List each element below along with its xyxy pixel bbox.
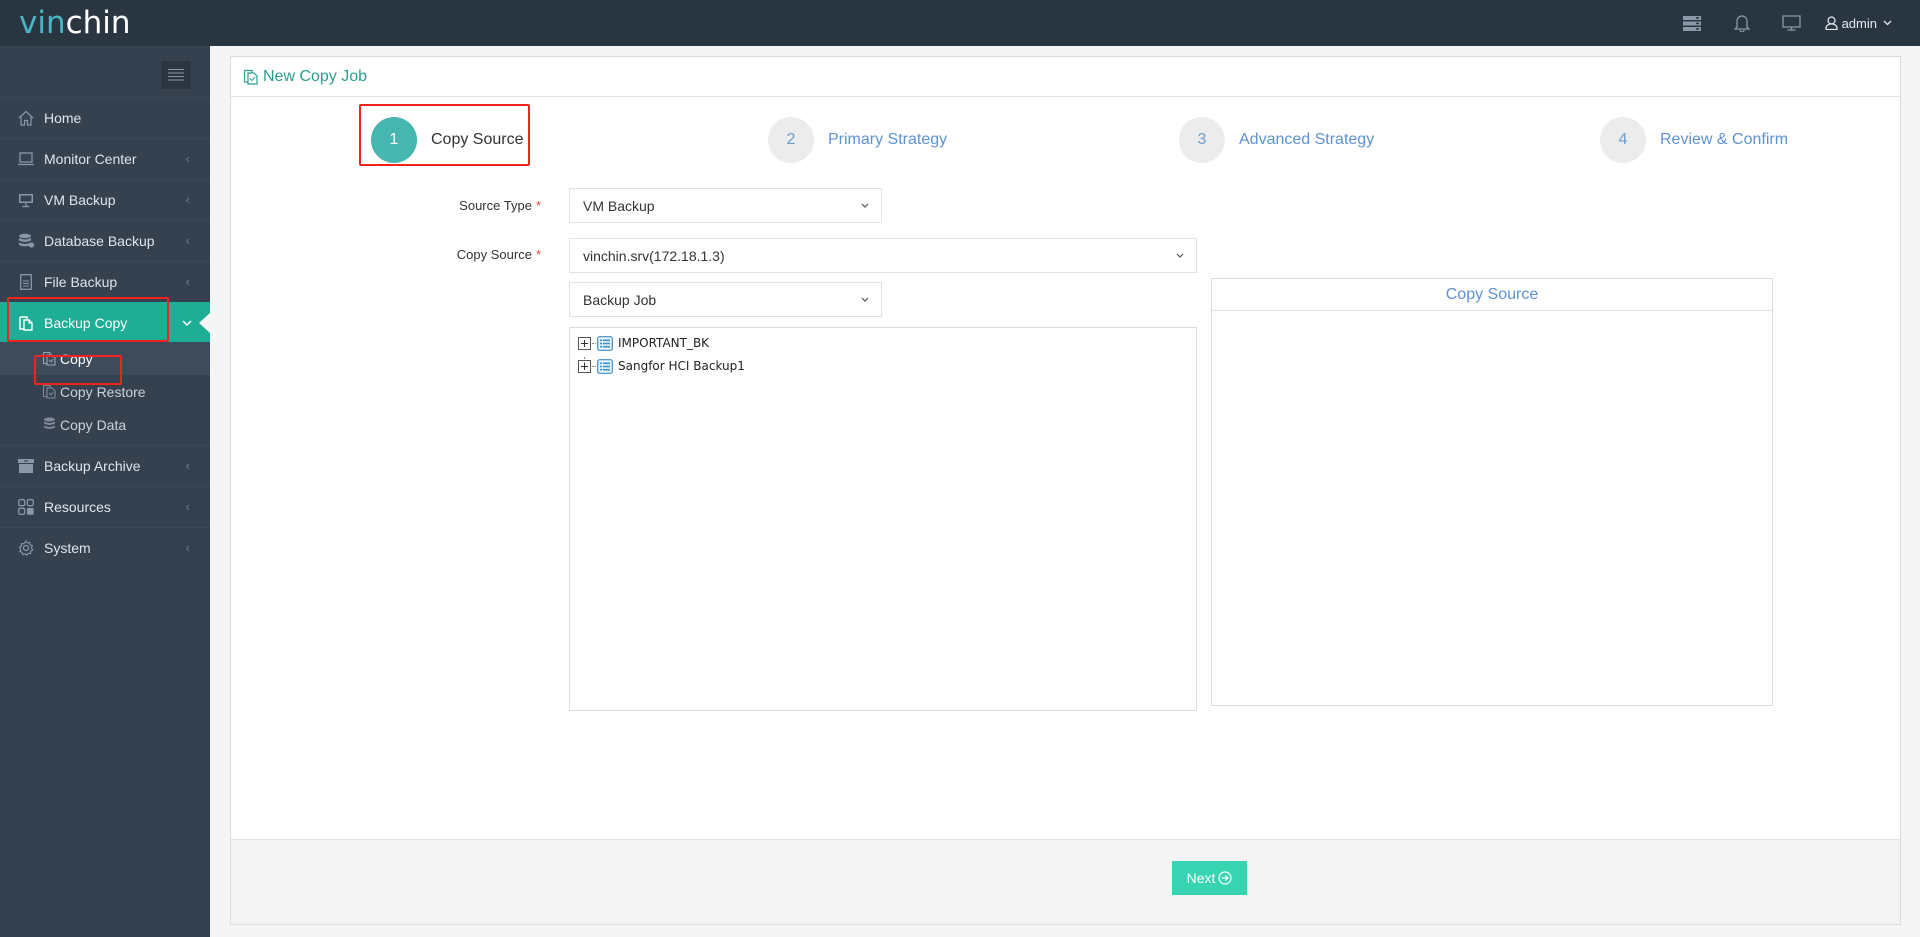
sidebar-subitem-copy-restore[interactable]: Copy Restore [0,375,210,408]
monitor-icon[interactable] [1767,0,1817,46]
laptop-icon [16,149,36,169]
chevron-down-icon [182,315,192,330]
desktop-icon [16,190,36,210]
sidebar-item-backup-copy[interactable]: Backup Copy [0,302,210,342]
sidebar-item-home[interactable]: Home [0,97,210,138]
step-number: 2 [768,117,814,163]
chevron-down-icon [861,203,869,208]
database-icon [16,231,36,251]
expand-icon[interactable] [578,336,591,350]
step-number: 3 [1179,117,1225,163]
chevron-left-icon: ‹ [185,192,190,207]
required-mark: * [535,247,541,262]
chevron-left-icon: ‹ [185,274,190,289]
wizard-steps: 1 Copy Source 2 Primary Strategy 3 Advan… [231,117,1900,163]
sidebar-item-database-backup[interactable]: Database Backup ‹ [0,220,210,261]
sidebar-toggle-button[interactable] [161,61,191,89]
file-icon [16,272,36,292]
source-type-select[interactable]: VM Backup [569,188,882,223]
bell-icon[interactable] [1717,0,1767,46]
copy-source-label: Copy Source * [456,247,541,262]
chevron-down-icon [1883,20,1892,26]
sidebar-item-vm-backup[interactable]: VM Backup ‹ [0,179,210,220]
chevron-left-icon: ‹ [185,499,190,514]
chevron-left-icon: ‹ [185,151,190,166]
step-review-confirm[interactable]: 4 Review & Confirm [1600,117,1788,163]
job-list-icon [597,358,613,374]
server-icon[interactable] [1667,0,1717,46]
page-title: New Copy Job [263,67,368,85]
user-name: admin [1841,15,1877,31]
tree-node-label: IMPORTANT_BK [618,336,710,350]
chevron-down-icon [1176,253,1184,258]
sidebar: Home Monitor Center ‹ VM Backup ‹ Databa… [0,46,210,937]
step-advanced-strategy[interactable]: 3 Advanced Strategy [1179,117,1374,163]
chevron-left-icon: ‹ [185,233,190,248]
user-icon [1824,16,1838,30]
backup-job-filter-select[interactable]: Backup Job [569,282,882,317]
required-mark: * [535,198,541,213]
sidebar-item-backup-archive[interactable]: Backup Archive ‹ [0,445,210,486]
step-label: Primary Strategy [828,131,948,148]
sidebar-item-system[interactable]: System ‹ [0,527,210,568]
home-icon [16,108,36,128]
arrow-right-circle-icon [1218,871,1232,885]
sidebar-item-monitor-center[interactable]: Monitor Center ‹ [0,138,210,179]
step-copy-source[interactable]: 1 Copy Source [371,117,524,163]
source-type-label: Source Type * [459,198,541,213]
copy-icon [243,69,259,85]
copy-restore-icon [41,384,57,400]
copy-icon [41,351,57,367]
copy-source-select[interactable]: vinchin.srv(172.18.1.3) [569,238,1197,273]
top-bar: vinchin admin [0,0,1920,46]
job-list-icon [597,335,613,351]
selected-copy-source-title: Copy Source [1212,279,1772,311]
copy-icon [16,313,36,333]
selected-copy-source-box: Copy Source [1211,278,1773,706]
tree-node[interactable]: IMPORTANT_BK [578,334,709,352]
step-label: Copy Source [431,131,524,148]
database-icon [41,417,57,433]
step-number: 1 [371,117,417,163]
step-label: Advanced Strategy [1239,131,1375,148]
chevron-left-icon: ‹ [185,540,190,555]
backup-job-tree: IMPORTANT_BK Sangfor HCI Backup1 [569,327,1197,711]
sidebar-subitem-copy-data[interactable]: Copy Data [0,408,210,441]
step-label: Review & Confirm [1660,131,1789,148]
sidebar-item-resources[interactable]: Resources ‹ [0,486,210,527]
archive-icon [16,456,36,476]
chevron-left-icon: ‹ [185,458,190,473]
tree-node-label: Sangfor HCI Backup1 [618,359,745,373]
next-button[interactable]: Next [1172,861,1247,895]
tree-node[interactable]: Sangfor HCI Backup1 [578,357,745,375]
panel-header: New Copy Job [231,57,1900,97]
sidebar-item-file-backup[interactable]: File Backup ‹ [0,261,210,302]
user-menu[interactable]: admin [1817,0,1920,46]
vinchin-logo[interactable]: vinchin [19,4,131,42]
sidebar-nav: Home Monitor Center ‹ VM Backup ‹ Databa… [0,97,210,568]
menu-icon [168,69,184,81]
gear-icon [16,538,36,558]
new-copy-job-panel: New Copy Job 1 Copy Source 2 Primary Str… [230,56,1901,925]
step-number: 4 [1600,117,1646,163]
panel-footer: Next [231,839,1900,924]
sidebar-subitem-copy[interactable]: Copy [0,342,210,375]
chevron-down-icon [861,297,869,302]
expand-icon[interactable] [578,359,591,373]
grid-icon [16,497,36,517]
step-primary-strategy[interactable]: 2 Primary Strategy [768,117,947,163]
